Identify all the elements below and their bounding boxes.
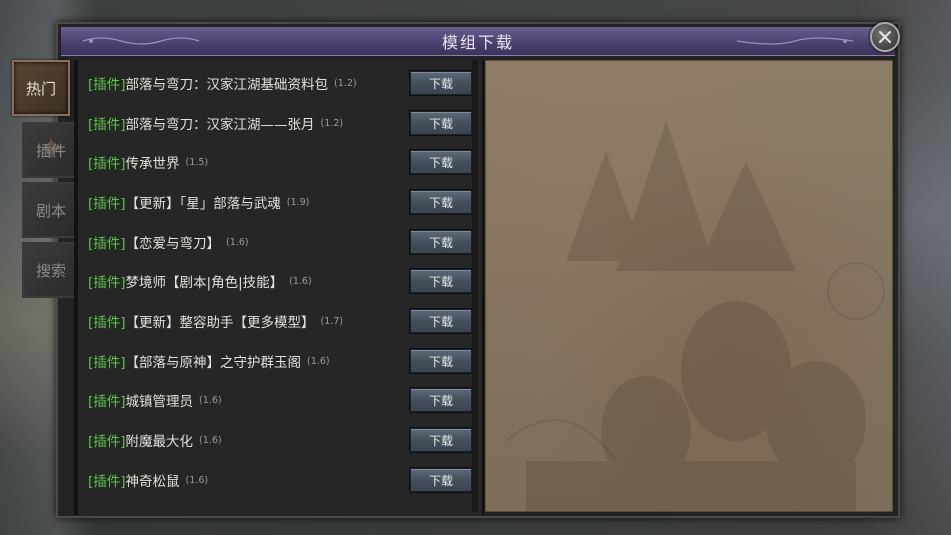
- mod-version: (1.2): [320, 117, 344, 129]
- mod-version: (1.7): [320, 315, 344, 327]
- mod-tag: [插件]: [88, 394, 126, 410]
- mod-tag: [插件]: [88, 355, 126, 371]
- list-item: [插件] 【部落与原神】之守护群玉阁 (1.6) 下载: [88, 346, 472, 376]
- tab-scripts[interactable]: 剧本: [22, 182, 80, 238]
- mod-tag: [插件]: [88, 434, 126, 450]
- list-item: [插件] 附魔最大化 (1.6) 下载: [88, 425, 472, 455]
- download-button[interactable]: 下载: [410, 388, 472, 412]
- mod-preview-image: [485, 60, 893, 512]
- title-ornament-left-icon: [82, 37, 200, 45]
- mod-name: 部落与弯刀：汉家江湖基础资料包: [125, 77, 329, 93]
- mod-tag: [插件]: [88, 77, 126, 93]
- tab-hot-label: 热门: [25, 79, 56, 98]
- mod-name: 附魔最大化: [125, 434, 194, 450]
- tab-plugins-label: 插件: [35, 141, 66, 160]
- mod-version: (1.6): [307, 355, 330, 367]
- list-item: [插件] 【更新】「星」部落与武魂 (1.9) 下载: [88, 187, 472, 217]
- download-button[interactable]: 下载: [410, 428, 472, 452]
- mod-version: (1.6): [199, 434, 222, 446]
- title-bar: 模组下载: [61, 27, 895, 56]
- mod-name: 【更新】整容助手【更多模型】: [125, 315, 315, 331]
- mod-tag: [插件]: [88, 156, 126, 172]
- window-title: 模组下载: [441, 33, 514, 52]
- list-item: [插件] 传承世界 (1.5) 下载: [88, 147, 472, 177]
- title-ornament-right-icon: [736, 37, 854, 45]
- tab-plugins[interactable]: ✦ 插件: [22, 122, 80, 178]
- mod-name: 【恋爱与弯刀】: [125, 236, 221, 252]
- mod-name: 【更新】「星」部落与武魂: [125, 196, 281, 212]
- mod-tag: [插件]: [88, 474, 126, 490]
- mod-tag: [插件]: [88, 196, 126, 212]
- mod-version: (1.6): [226, 236, 249, 248]
- list-item: [插件] 神奇松鼠 (1.6) 下载: [88, 465, 472, 495]
- download-button[interactable]: 下载: [410, 111, 472, 135]
- tab-hot[interactable]: 热门: [12, 60, 70, 116]
- mod-version: (1.6): [289, 275, 312, 287]
- mod-name: 部落与弯刀：汉家江湖——张月: [125, 117, 315, 133]
- tab-search[interactable]: 搜索: [22, 242, 80, 298]
- list-item: [插件] 梦境师【剧本|角色|技能】 (1.6) 下载: [88, 266, 472, 296]
- download-button[interactable]: 下载: [410, 71, 472, 95]
- list-item: [插件] 【恋爱与弯刀】 (1.6) 下载: [88, 227, 472, 257]
- list-item: [插件] 部落与弯刀：汉家江湖基础资料包 (1.2) 下载: [88, 68, 472, 98]
- download-button[interactable]: 下载: [410, 309, 472, 333]
- tab-scripts-label: 剧本: [35, 201, 66, 220]
- mod-name: 城镇管理员: [125, 394, 194, 410]
- tab-search-label: 搜索: [35, 261, 66, 280]
- mod-version: (1.6): [199, 394, 222, 406]
- mod-name: 神奇松鼠: [125, 474, 180, 490]
- mod-version: (1.6): [185, 474, 209, 486]
- mod-list[interactable]: [插件] 部落与弯刀：汉家江湖基础资料包 (1.2) 下载 [插件] 部落与弯刀：汉家…: [74, 60, 484, 515]
- preview-illustration: [505, 121, 885, 511]
- mod-tag: [插件]: [88, 315, 126, 331]
- download-button[interactable]: 下载: [410, 190, 472, 214]
- mod-version: (1.5): [185, 156, 209, 168]
- mod-tag: [插件]: [88, 236, 126, 252]
- close-button[interactable]: [870, 22, 900, 52]
- list-item: [插件] 部落与弯刀：汉家江湖——张月 (1.2) 下载: [88, 108, 472, 138]
- mod-tag: [插件]: [88, 117, 126, 133]
- download-button[interactable]: 下载: [410, 468, 472, 492]
- download-button[interactable]: 下载: [410, 230, 472, 254]
- download-button[interactable]: 下载: [410, 150, 472, 174]
- download-button[interactable]: 下载: [410, 349, 472, 373]
- mod-version: (1.9): [286, 196, 310, 208]
- mod-version: (1.2): [334, 77, 357, 89]
- list-item: [插件] 城镇管理员 (1.6) 下载: [88, 385, 472, 415]
- list-item: [插件] 【更新】整容助手【更多模型】 (1.7) 下载: [88, 306, 472, 336]
- close-icon: [879, 31, 891, 43]
- mod-name: 梦境师【剧本|角色|技能】: [125, 275, 284, 291]
- list-scrollbar[interactable]: [472, 60, 478, 512]
- download-button[interactable]: 下载: [410, 269, 472, 293]
- mod-tag: [插件]: [88, 275, 126, 291]
- mod-name: 【部落与原神】之守护群玉阁: [125, 355, 302, 371]
- mod-name: 传承世界: [125, 156, 180, 172]
